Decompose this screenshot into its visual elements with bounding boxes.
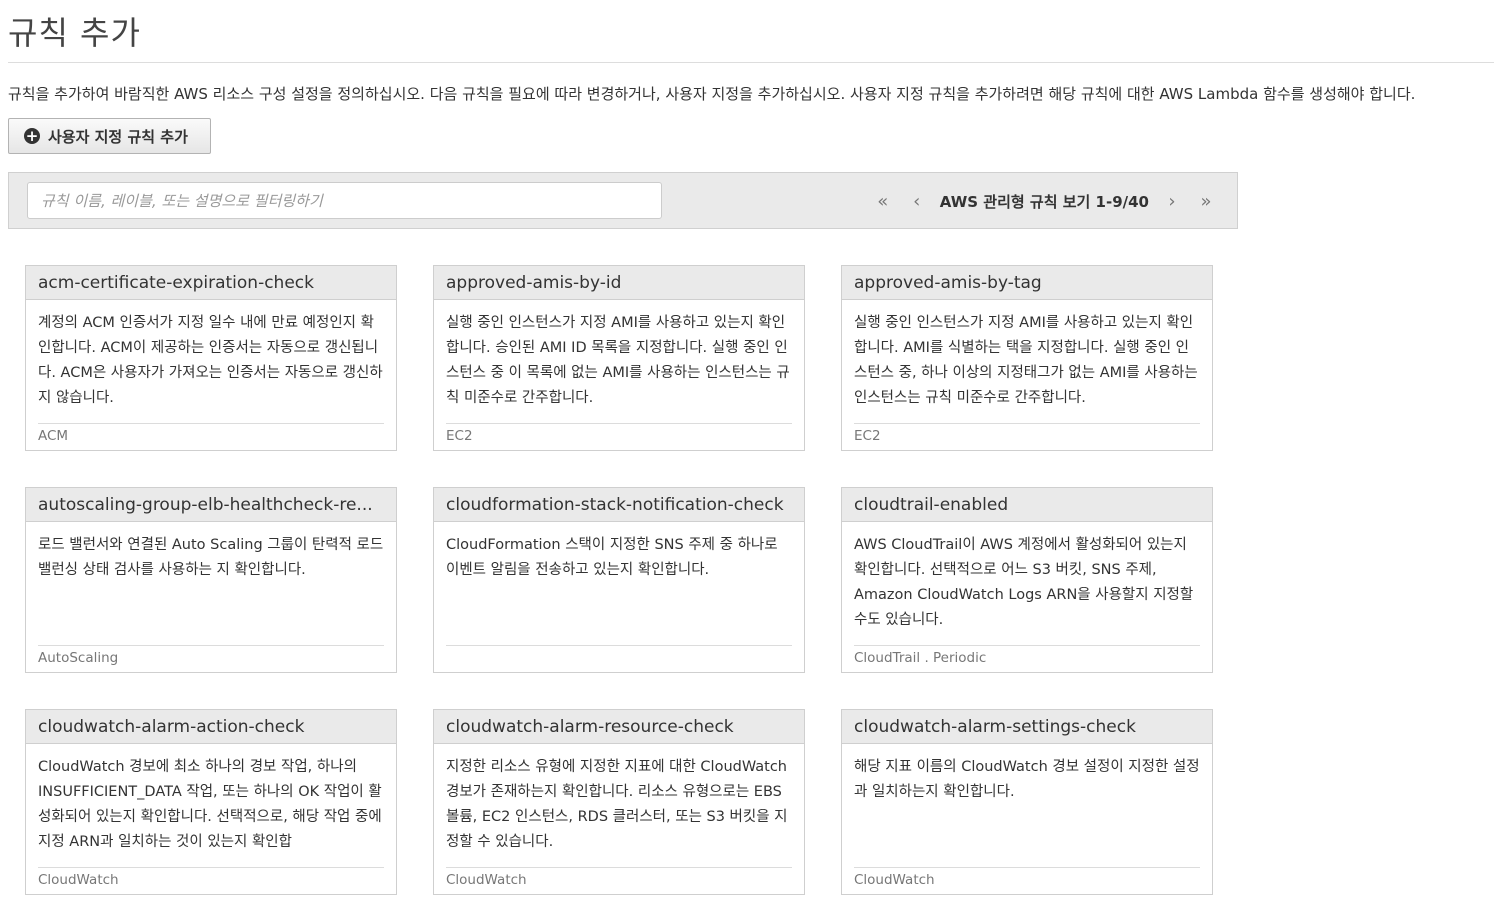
rule-description: 지정한 리소스 유형에 지정한 지표에 대한 CloudWatch 경보가 존재…	[446, 759, 788, 850]
rule-tags: CloudWatch	[854, 872, 935, 888]
pagination-label: AWS 관리형 규칙 보기 1-9/40	[939, 193, 1149, 211]
rule-description: 해당 지표 이름의 CloudWatch 경보 설정이 지정한 설정과 일치하는…	[854, 759, 1200, 800]
rule-description: CloudFormation 스택이 지정한 SNS 주제 중 하나로 이벤트 …	[446, 537, 778, 578]
rule-tags: EC2	[446, 428, 473, 444]
rule-description: CloudWatch 경보에 최소 하나의 경보 작업, 하나의 INSUFFI…	[38, 759, 382, 850]
rule-card[interactable]: cloudwatch-alarm-settings-check 해당 지표 이름…	[841, 709, 1213, 895]
rule-name: autoscaling-group-elb-healthcheck-re...	[26, 488, 396, 522]
card-divider	[854, 867, 1200, 868]
rule-name: approved-amis-by-id	[434, 266, 804, 300]
rule-name: approved-amis-by-tag	[842, 266, 1212, 300]
rule-description: 실행 중인 인스턴스가 지정 AMI를 사용하고 있는지 확인합니다. AMI를…	[854, 315, 1198, 406]
rule-name: acm-certificate-expiration-check	[26, 266, 396, 300]
filter-bar: « ‹ AWS 관리형 규칙 보기 1-9/40 › »	[8, 172, 1238, 229]
rule-card[interactable]: autoscaling-group-elb-healthcheck-re... …	[25, 487, 397, 673]
card-divider	[854, 645, 1200, 646]
next-page-icon[interactable]: ›	[1161, 191, 1183, 212]
card-divider	[446, 645, 792, 646]
intro-text: 규칙을 추가하여 바람직한 AWS 리소스 구성 설정을 정의하십시오. 다음 …	[8, 85, 1416, 103]
card-divider	[446, 867, 792, 868]
rule-name: cloudwatch-alarm-action-check	[26, 710, 396, 744]
title-divider	[8, 62, 1494, 63]
add-custom-rule-label: 사용자 지정 규칙 추가	[48, 127, 188, 146]
rule-card[interactable]: approved-amis-by-tag 실행 중인 인스턴스가 지정 AMI를…	[841, 265, 1213, 451]
rule-card[interactable]: cloudwatch-alarm-resource-check 지정한 리소스 …	[433, 709, 805, 895]
rule-tags: EC2	[854, 428, 881, 444]
rule-card[interactable]: approved-amis-by-id 실행 중인 인스턴스가 지정 AMI를 …	[433, 265, 805, 451]
rule-name: cloudwatch-alarm-resource-check	[434, 710, 804, 744]
rule-tags: AutoScaling	[38, 650, 119, 666]
rule-description: AWS CloudTrail이 AWS 계정에서 활성화되어 있는지 확인합니다…	[854, 537, 1194, 628]
rule-card[interactable]: cloudtrail-enabled AWS CloudTrail이 AWS 계…	[841, 487, 1213, 673]
rule-description: 실행 중인 인스턴스가 지정 AMI를 사용하고 있는지 확인합니다. 승인된 …	[446, 315, 790, 406]
card-divider	[38, 867, 384, 868]
rule-card[interactable]: cloudwatch-alarm-action-check CloudWatch…	[25, 709, 397, 895]
rule-description: 계정의 ACM 인증서가 지정 일수 내에 만료 예정인지 확인합니다. ACM…	[38, 315, 383, 406]
card-divider	[38, 423, 384, 424]
card-divider	[38, 645, 384, 646]
rule-tags: CloudTrail . Periodic	[854, 650, 987, 666]
rule-tags: ACM	[38, 428, 69, 444]
rule-card[interactable]: cloudformation-stack-notification-check …	[433, 487, 805, 673]
last-page-icon[interactable]: »	[1195, 191, 1217, 212]
first-page-icon[interactable]: «	[872, 191, 894, 212]
rule-tags: CloudWatch	[38, 872, 119, 888]
page-title: 규칙 추가	[8, 14, 141, 52]
rule-tags: CloudWatch	[446, 872, 527, 888]
pagination: « ‹ AWS 관리형 규칙 보기 1-9/40 › »	[866, 173, 1223, 230]
prev-page-icon[interactable]: ‹	[906, 191, 928, 212]
rule-name: cloudformation-stack-notification-check	[434, 488, 804, 522]
rule-description: 로드 밸런서와 연결된 Auto Scaling 그룹이 탄력적 로드 밸런싱 …	[38, 537, 384, 578]
filter-input[interactable]	[27, 182, 662, 219]
plus-circle-icon: +	[24, 127, 40, 145]
card-divider	[446, 423, 792, 424]
add-custom-rule-button[interactable]: + 사용자 지정 규칙 추가	[8, 118, 211, 154]
rule-name: cloudwatch-alarm-settings-check	[842, 710, 1212, 744]
card-divider	[854, 423, 1200, 424]
rule-name: cloudtrail-enabled	[842, 488, 1212, 522]
rule-card[interactable]: acm-certificate-expiration-check 계정의 ACM…	[25, 265, 397, 451]
